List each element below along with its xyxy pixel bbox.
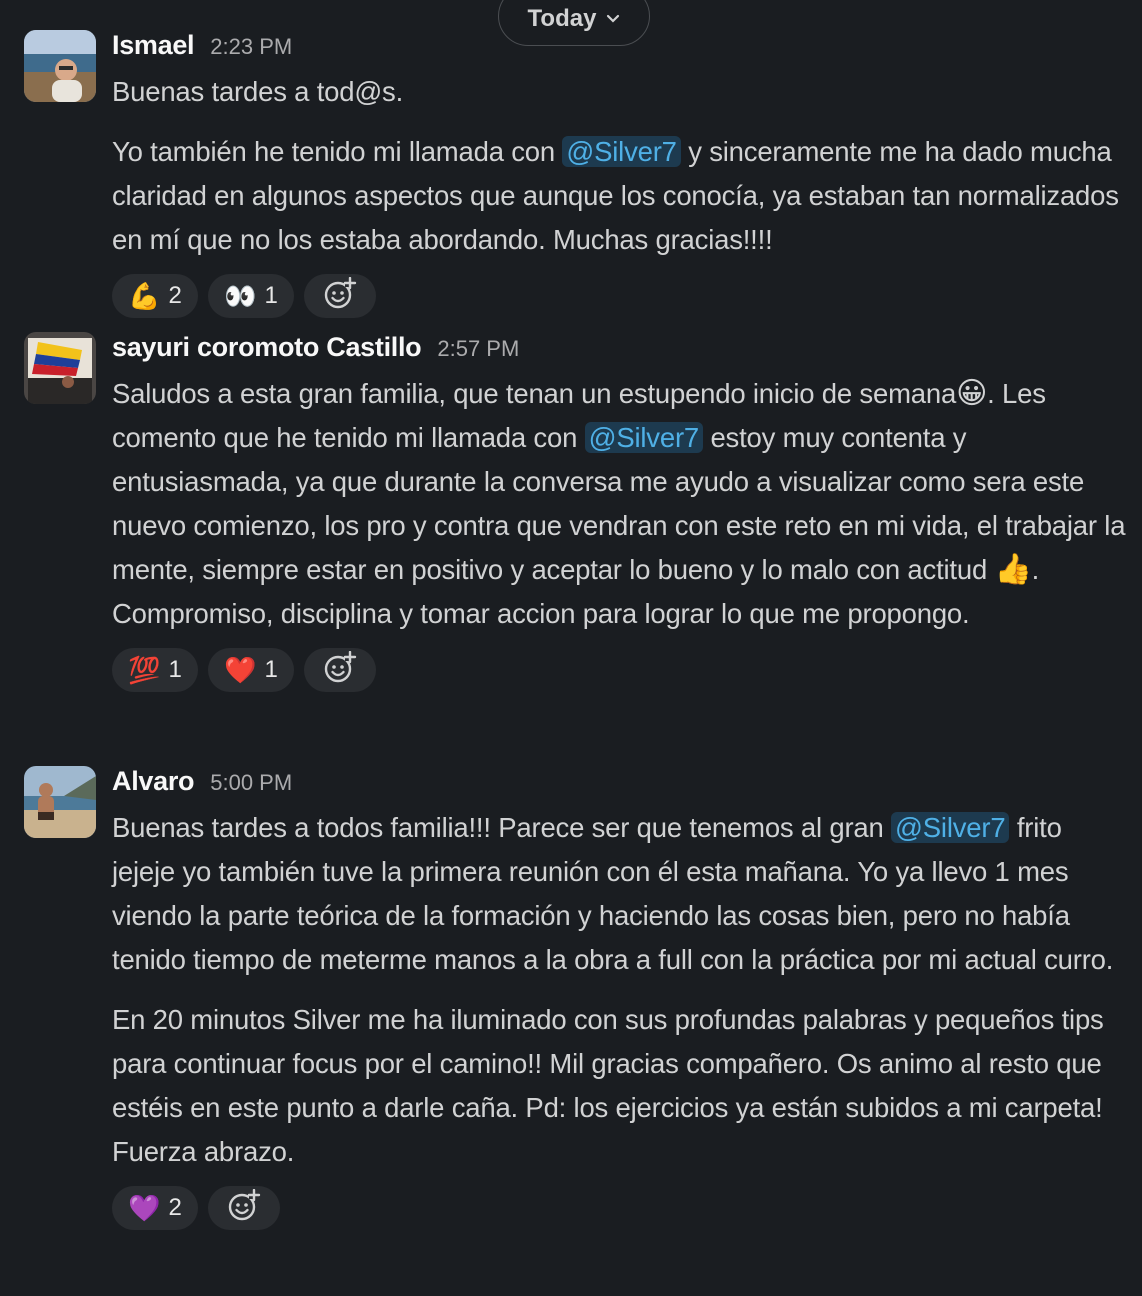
reactions-bar: 💜 2 bbox=[112, 1186, 1128, 1230]
message-text: Buenas tardes a todos familia!!! Parece … bbox=[112, 806, 1128, 1174]
reaction-count: 1 bbox=[264, 656, 278, 683]
reactions-bar: 💪 2 👀 1 bbox=[112, 274, 1128, 318]
message-paragraph: En 20 minutos Silver me ha iluminado con… bbox=[112, 1004, 1104, 1167]
author-name[interactable]: Alvaro bbox=[112, 766, 195, 797]
mention-silver7[interactable]: @Silver7 bbox=[584, 422, 703, 453]
red-heart-icon: ❤️ bbox=[224, 655, 257, 685]
message-segment: Yo también he tenido mi llamada con bbox=[112, 136, 563, 167]
reaction-count: 2 bbox=[168, 1194, 182, 1221]
message-segment: Buenas tardes a todos familia!!! Parece … bbox=[112, 812, 892, 843]
add-reaction-button[interactable] bbox=[304, 648, 376, 692]
grinning-face-icon: 😀 bbox=[956, 377, 988, 410]
message-text: Saludos a esta gran familia, que tenan u… bbox=[112, 372, 1128, 636]
reaction-flexed-biceps[interactable]: 💪 2 bbox=[112, 274, 198, 318]
reaction-purple-heart[interactable]: 💜 2 bbox=[112, 1186, 198, 1230]
mention-silver7[interactable]: @Silver7 bbox=[891, 812, 1010, 843]
flexed-biceps-icon: 💪 bbox=[128, 281, 161, 311]
mention-silver7[interactable]: @Silver7 bbox=[562, 136, 681, 167]
timestamp[interactable]: 2:23 PM bbox=[210, 34, 292, 60]
add-emoji-icon bbox=[323, 276, 357, 316]
message-segment: Saludos a esta gran familia, que tenan u… bbox=[112, 378, 957, 409]
message-line: Buenas tardes a tod@s. bbox=[112, 76, 404, 107]
avatar-sayuri[interactable] bbox=[24, 332, 96, 404]
purple-heart-icon: 💜 bbox=[128, 1193, 161, 1223]
add-reaction-button[interactable] bbox=[304, 274, 376, 318]
eyes-icon: 👀 bbox=[224, 281, 257, 311]
avatar-alvaro[interactable] bbox=[24, 766, 96, 838]
author-name[interactable]: Ismael bbox=[112, 30, 195, 61]
reaction-count: 2 bbox=[168, 282, 182, 309]
day-divider-label: Today bbox=[527, 5, 597, 32]
chevron-down-icon bbox=[606, 11, 620, 27]
reaction-red-heart[interactable]: ❤️ 1 bbox=[208, 648, 294, 692]
message-text: Buenas tardes a tod@s. Yo también he ten… bbox=[112, 70, 1128, 262]
timestamp[interactable]: 5:00 PM bbox=[210, 770, 292, 796]
author-name[interactable]: sayuri coromoto Castillo bbox=[112, 332, 422, 363]
reaction-hundred-points[interactable]: 💯 1 bbox=[112, 648, 198, 692]
reaction-count: 1 bbox=[168, 656, 182, 683]
thumbs-up-icon: 👍 bbox=[994, 553, 1032, 586]
hundred-points-icon: 💯 bbox=[128, 655, 161, 685]
add-reaction-button[interactable] bbox=[208, 1186, 280, 1230]
timestamp[interactable]: 2:57 PM bbox=[437, 336, 519, 362]
reaction-eyes[interactable]: 👀 1 bbox=[208, 274, 294, 318]
reactions-bar: 💯 1 ❤️ 1 bbox=[112, 648, 1128, 692]
add-emoji-icon bbox=[227, 1188, 261, 1228]
add-emoji-icon bbox=[323, 650, 357, 690]
avatar-ismael[interactable] bbox=[24, 30, 96, 102]
reaction-count: 1 bbox=[264, 282, 278, 309]
